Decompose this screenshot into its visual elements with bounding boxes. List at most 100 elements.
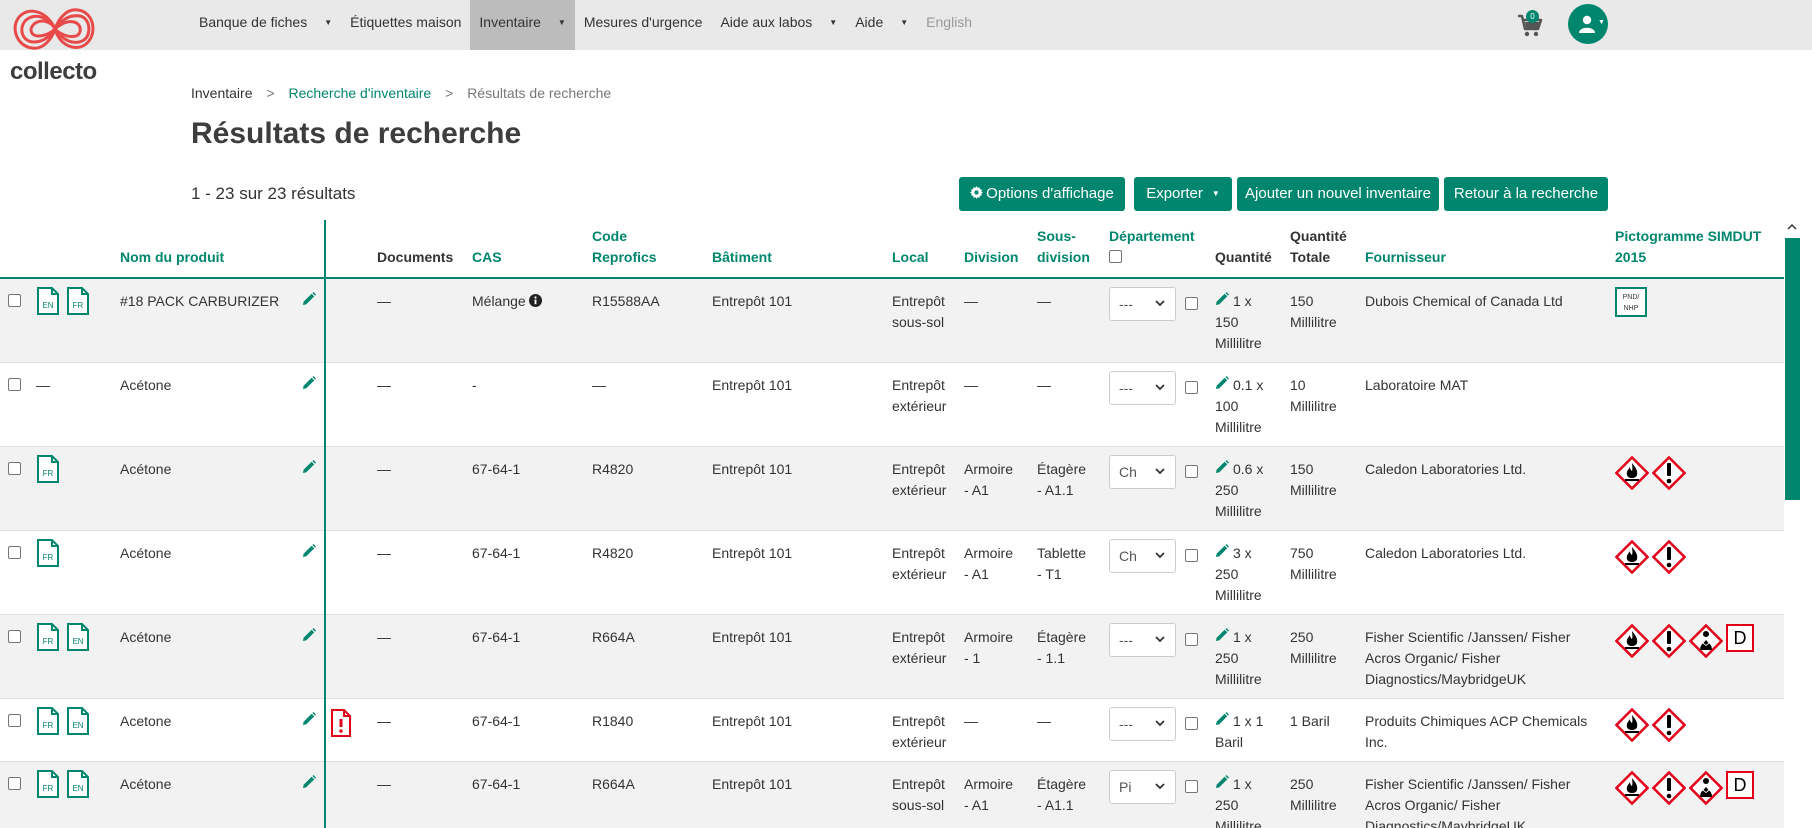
documents-cell: — xyxy=(369,446,464,531)
pencil-icon[interactable] xyxy=(1215,544,1229,558)
department-checkbox[interactable] xyxy=(1185,633,1198,646)
breadcrumb-inventaire[interactable]: Inventaire xyxy=(191,85,252,101)
product-name[interactable]: Acétone xyxy=(120,629,171,645)
edit-product[interactable] xyxy=(302,627,316,648)
pencil-icon[interactable] xyxy=(302,460,316,474)
nav-item-aide-aux-labos[interactable]: Aide aux labos ▼ xyxy=(711,0,846,50)
department-select[interactable]: --- xyxy=(1109,623,1176,657)
row-checkbox[interactable] xyxy=(8,630,21,643)
row-checkbox[interactable] xyxy=(8,378,21,391)
nav-item-banque-de-fiches[interactable]: Banque de fiches ▼ xyxy=(190,0,341,50)
pencil-icon[interactable] xyxy=(302,712,316,726)
sds-document-icon[interactable]: EN xyxy=(66,623,90,657)
pencil-icon[interactable] xyxy=(1215,292,1229,306)
pencil-icon[interactable] xyxy=(302,376,316,390)
nav-item-etiquettes-maison[interactable]: Étiquettes maison xyxy=(341,0,470,50)
scroll-up-arrow-icon[interactable] xyxy=(1785,222,1799,232)
pencil-icon[interactable] xyxy=(1215,628,1229,642)
department-select[interactable]: --- xyxy=(1109,371,1176,405)
product-name[interactable]: Acétone xyxy=(120,461,171,477)
department-checkbox[interactable] xyxy=(1185,780,1198,793)
department-checkbox[interactable] xyxy=(1185,297,1198,310)
cas-cell: 67-64-1 xyxy=(464,698,584,762)
product-name[interactable]: #18 PACK CARBURIZER xyxy=(120,293,279,309)
display-options-button[interactable]: Options d'affichage xyxy=(959,177,1125,211)
header-code[interactable]: Code Reprofics xyxy=(584,220,704,279)
edit-quantity[interactable] xyxy=(1215,774,1229,795)
row-checkbox[interactable] xyxy=(8,462,21,475)
header-cas[interactable]: CAS xyxy=(464,220,584,279)
department-select[interactable]: Pi xyxy=(1109,770,1176,804)
breadcrumb-recherche-inventaire[interactable]: Recherche d'inventaire xyxy=(288,85,431,101)
sds-document-icon[interactable]: FR xyxy=(36,770,60,804)
header-pictogram[interactable]: Pictogramme SIMDUT 2015 xyxy=(1607,220,1784,279)
documents-cell: — xyxy=(369,614,464,699)
edit-product[interactable] xyxy=(302,291,316,312)
user-menu-button[interactable]: ▼ xyxy=(1568,4,1608,44)
sds-document-icon[interactable]: EN xyxy=(66,707,90,741)
add-inventory-button[interactable]: Ajouter un nouvel inventaire xyxy=(1237,177,1439,211)
nav-item-inventaire[interactable]: Inventaire ▼ xyxy=(470,0,575,50)
header-local[interactable]: Local xyxy=(884,220,956,279)
department-checkbox[interactable] xyxy=(1185,465,1198,478)
product-name[interactable]: Acétone xyxy=(120,377,171,393)
sds-document-icon[interactable]: FR xyxy=(66,287,90,321)
nav-item-aide[interactable]: Aide ▼ xyxy=(846,0,917,50)
pencil-icon[interactable] xyxy=(302,544,316,558)
pencil-icon[interactable] xyxy=(1215,460,1229,474)
header-subdivision[interactable]: Sous-division xyxy=(1029,220,1101,279)
edit-quantity[interactable] xyxy=(1215,711,1229,732)
info-icon[interactable] xyxy=(528,294,542,307)
sds-document-icon[interactable]: EN xyxy=(66,770,90,804)
edit-product[interactable] xyxy=(302,774,316,795)
product-name[interactable]: Acétone xyxy=(120,776,171,792)
pencil-icon[interactable] xyxy=(1215,712,1229,726)
department-checkbox[interactable] xyxy=(1185,381,1198,394)
back-to-search-button[interactable]: Retour à la recherche xyxy=(1444,177,1608,211)
edit-quantity[interactable] xyxy=(1215,291,1229,312)
department-select[interactable]: --- xyxy=(1109,287,1176,321)
sds-document-icon[interactable]: FR xyxy=(36,539,60,573)
edit-quantity[interactable] xyxy=(1215,459,1229,480)
department-select[interactable]: Ch xyxy=(1109,455,1176,489)
pencil-icon[interactable] xyxy=(1215,376,1229,390)
header-department[interactable]: Département xyxy=(1101,220,1207,279)
header-building[interactable]: Bâtiment xyxy=(704,220,884,279)
row-checkbox[interactable] xyxy=(8,714,21,727)
edit-product[interactable] xyxy=(302,459,316,480)
row-checkbox[interactable] xyxy=(8,777,21,790)
select-all-department-checkbox[interactable] xyxy=(1109,250,1122,263)
warning-document-icon[interactable] xyxy=(330,709,352,737)
edit-product[interactable] xyxy=(302,543,316,564)
row-checkbox[interactable] xyxy=(8,294,21,307)
edit-quantity[interactable] xyxy=(1215,543,1229,564)
department-checkbox[interactable] xyxy=(1185,717,1198,730)
scrollbar-thumb[interactable] xyxy=(1785,238,1800,500)
edit-quantity[interactable] xyxy=(1215,375,1229,396)
sds-document-icon[interactable]: EN xyxy=(36,287,60,321)
sds-document-icon[interactable]: FR xyxy=(36,707,60,741)
export-button[interactable]: Exporter ▼ xyxy=(1134,177,1232,211)
sds-document-icon[interactable]: FR xyxy=(36,623,60,657)
department-select[interactable]: Ch xyxy=(1109,539,1176,573)
product-name[interactable]: Acétone xyxy=(120,545,171,561)
edit-product[interactable] xyxy=(302,375,316,396)
edit-quantity[interactable] xyxy=(1215,627,1229,648)
nav-item-mesures-urgence[interactable]: Mesures d'urgence xyxy=(575,0,712,50)
header-division[interactable]: Division xyxy=(956,220,1029,279)
edit-product[interactable] xyxy=(302,711,316,732)
department-select[interactable]: --- xyxy=(1109,707,1176,741)
pencil-icon[interactable] xyxy=(302,775,316,789)
pencil-icon[interactable] xyxy=(302,292,316,306)
header-product[interactable]: Nom du produit xyxy=(112,220,324,279)
header-supplier[interactable]: Fournisseur xyxy=(1357,220,1607,279)
product-name[interactable]: Acetone xyxy=(120,713,171,729)
pencil-icon[interactable] xyxy=(1215,775,1229,789)
quantity-cell: 1 x 250 Millilitre xyxy=(1207,761,1282,828)
sds-document-icon[interactable]: FR xyxy=(36,455,60,489)
department-checkbox[interactable] xyxy=(1185,549,1198,562)
nav-item-language[interactable]: English xyxy=(917,0,981,50)
row-checkbox[interactable] xyxy=(8,546,21,559)
pencil-icon[interactable] xyxy=(302,628,316,642)
collecto-logo[interactable]: collecto xyxy=(8,2,102,85)
